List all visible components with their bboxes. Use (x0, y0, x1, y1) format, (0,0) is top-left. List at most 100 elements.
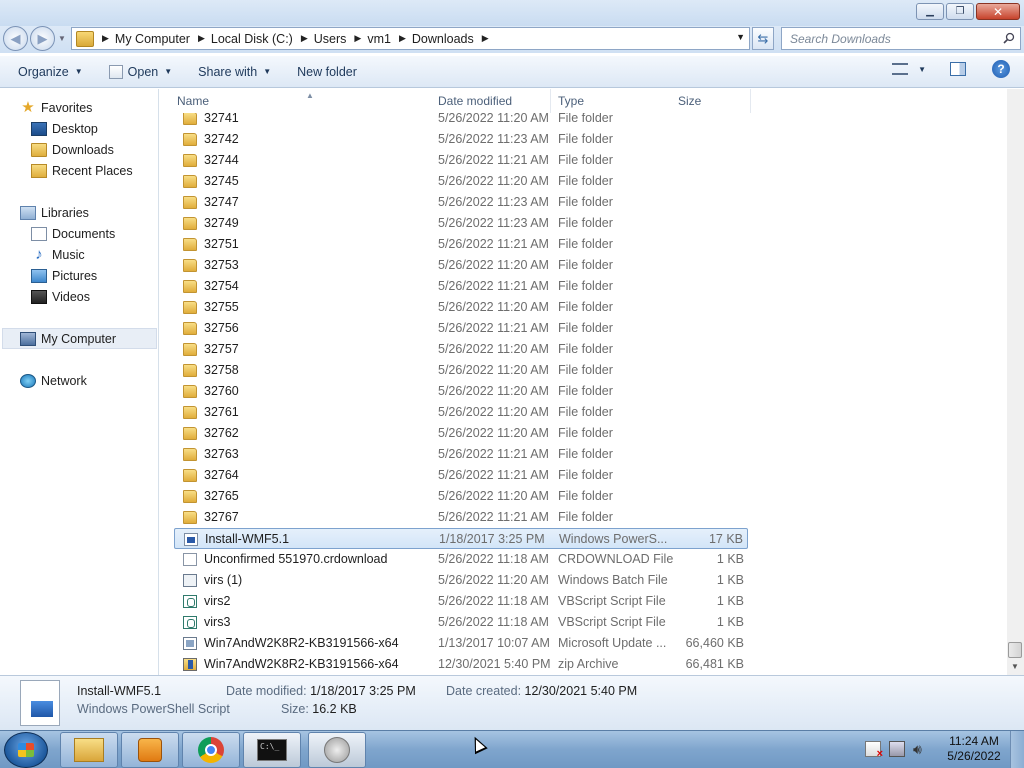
column-header-date-modified[interactable]: Date modified (431, 89, 551, 113)
volume-icon[interactable]: 🔊︎ (913, 741, 929, 757)
file-name-cell: Win7AndW2K8R2-KB3191566-x64 (183, 657, 399, 671)
start-button[interactable] (4, 732, 48, 768)
nav-desktop[interactable]: Desktop (31, 118, 98, 139)
network-status-icon[interactable] (889, 741, 905, 757)
file-row[interactable]: 32745 5/26/2022 11:20 AM File folder (174, 171, 748, 192)
file-row[interactable]: 32764 5/26/2022 11:21 AM File folder (174, 465, 748, 486)
vertical-scrollbar[interactable]: ▼ (1007, 89, 1024, 675)
nav-documents[interactable]: Documents (31, 223, 115, 244)
recent-pages-dropdown[interactable]: ▼ (58, 34, 66, 43)
file-list: 32741 5/26/2022 11:20 AM File folder 32742 5… (160, 89, 1024, 675)
nav-recent-places[interactable]: Recent Places (31, 160, 133, 181)
file-row[interactable]: 32755 5/26/2022 11:20 AM File folder (174, 297, 748, 318)
breadcrumb-users[interactable]: Users (314, 32, 347, 46)
chevron-down-icon[interactable]: ▼ (918, 65, 926, 74)
breadcrumb-local-disk[interactable]: Local Disk (C:) (211, 32, 293, 46)
refresh-button[interactable]: ⇆ (752, 27, 774, 50)
file-date-modified: 12/30/2021 5:40 PM (438, 657, 551, 671)
file-row[interactable]: 32757 5/26/2022 11:20 AM File folder (174, 339, 748, 360)
file-row[interactable]: Win7AndW2K8R2-KB3191566-x64 1/13/2017 10:… (174, 633, 748, 654)
new-folder-button[interactable]: New folder (291, 60, 363, 84)
nav-network[interactable]: Network (20, 370, 87, 391)
folder-icon (183, 300, 197, 314)
close-button[interactable]: ✕ (976, 3, 1020, 20)
nav-pictures[interactable]: Pictures (31, 265, 97, 286)
file-row[interactable]: 32758 5/26/2022 11:20 AM File folder (174, 360, 748, 381)
column-header-type[interactable]: Type (551, 89, 672, 113)
file-row[interactable]: virs (1) 5/26/2022 11:20 AM Windows Batch … (174, 570, 748, 591)
address-history-dropdown[interactable]: ▼ (736, 32, 745, 42)
restore-button[interactable]: ❐ (946, 3, 974, 20)
file-date-modified: 5/26/2022 11:20 AM (438, 384, 549, 398)
back-button[interactable]: ◀ (3, 26, 28, 51)
breadcrumb-vm1[interactable]: vm1 (367, 32, 391, 46)
minimize-button[interactable]: ▁ (916, 3, 944, 20)
help-icon[interactable]: ? (992, 60, 1010, 78)
file-row[interactable]: 32747 5/26/2022 11:23 AM File folder (174, 192, 748, 213)
open-icon (108, 64, 123, 79)
column-header-label: Name (177, 94, 210, 108)
address-bar[interactable]: ▶ My Computer ▶ Local Disk (C:) ▶ Users … (71, 27, 750, 50)
search-icon[interactable] (1003, 32, 1015, 44)
breadcrumb-separator-icon[interactable]: ▶ (198, 33, 205, 44)
breadcrumb-downloads[interactable]: Downloads (412, 32, 474, 46)
file-row[interactable]: 32767 5/26/2022 11:21 AM File folder (174, 507, 748, 528)
file-name: 32742 (204, 132, 239, 146)
file-row[interactable]: 32753 5/26/2022 11:20 AM File folder (174, 255, 748, 276)
search-input[interactable] (790, 31, 990, 46)
taskbar-cmd-button[interactable]: C:\_ (243, 732, 301, 768)
file-row[interactable]: 32763 5/26/2022 11:21 AM File folder (174, 444, 748, 465)
breadcrumb-separator-icon[interactable]: ▶ (399, 33, 406, 44)
file-size: 1 KB (716, 615, 744, 629)
file-name-cell: Install-WMF5.1 (184, 532, 289, 546)
search-box[interactable] (781, 27, 1021, 50)
scrollbar-thumb[interactable] (1008, 642, 1022, 658)
breadcrumb-my-computer[interactable]: My Computer (115, 32, 190, 46)
taskbar-chrome-button[interactable] (182, 732, 240, 768)
nav-videos[interactable]: Videos (31, 286, 90, 307)
taskbar-clock[interactable]: 11:24 AM 5/26/2022 (946, 734, 1002, 764)
share-with-button[interactable]: Share with ▼ (192, 60, 277, 84)
file-row[interactable]: 32754 5/26/2022 11:21 AM File folder (174, 276, 748, 297)
open-button[interactable]: Open ▼ (103, 60, 179, 84)
file-row[interactable]: 32765 5/26/2022 11:20 AM File folder (174, 486, 748, 507)
scroll-down-arrow-icon[interactable]: ▼ (1011, 662, 1019, 671)
file-row[interactable]: 32744 5/26/2022 11:21 AM File folder (174, 150, 748, 171)
breadcrumb-separator-icon[interactable]: ▶ (301, 33, 308, 44)
taskbar-media-player-button[interactable] (121, 732, 179, 768)
nav-favorites[interactable]: ★ Favorites (20, 97, 92, 118)
speaker-app-icon (324, 737, 350, 763)
organize-button[interactable]: Organize ▼ (12, 60, 89, 84)
file-type: CRDOWNLOAD File (558, 552, 674, 566)
file-row[interactable]: 32751 5/26/2022 11:21 AM File folder (174, 234, 748, 255)
nav-music[interactable]: ♪ Music (31, 244, 84, 265)
taskbar-speaker-button[interactable] (308, 732, 366, 768)
file-row[interactable]: 32756 5/26/2022 11:21 AM File folder (174, 318, 748, 339)
file-row[interactable]: 32742 5/26/2022 11:23 AM File folder (174, 129, 748, 150)
column-header-name[interactable]: Name ▲ (170, 89, 432, 113)
nav-downloads[interactable]: Downloads (31, 139, 114, 160)
preview-pane-icon[interactable] (950, 62, 966, 76)
show-desktop-button[interactable] (1010, 731, 1024, 768)
file-row[interactable]: virs3 5/26/2022 11:18 AM VBScript Script F… (174, 612, 748, 633)
breadcrumb-separator-icon[interactable]: ▶ (482, 33, 489, 44)
file-row[interactable]: Install-WMF5.1 1/18/2017 3:25 PM Windows P… (174, 528, 748, 549)
file-size: 1 KB (716, 552, 744, 566)
file-name-cell: 32754 (183, 279, 239, 293)
forward-button[interactable]: ▶ (30, 26, 55, 51)
column-header-size[interactable]: Size (671, 89, 751, 113)
file-row[interactable]: 32762 5/26/2022 11:20 AM File folder (174, 423, 748, 444)
breadcrumb-separator-icon[interactable]: ▶ (102, 33, 109, 44)
file-row[interactable]: 32760 5/26/2022 11:20 AM File folder (174, 381, 748, 402)
change-view-icon[interactable] (892, 63, 909, 75)
nav-libraries[interactable]: Libraries (20, 202, 89, 223)
file-row[interactable]: Unconfirmed 551970.crdownload 5/26/2022 1… (174, 549, 748, 570)
file-row[interactable]: 32749 5/26/2022 11:23 AM File folder (174, 213, 748, 234)
file-row[interactable]: virs2 5/26/2022 11:18 AM VBScript Script F… (174, 591, 748, 612)
nav-my-computer[interactable]: My Computer (2, 328, 157, 349)
breadcrumb-separator-icon[interactable]: ▶ (354, 33, 361, 44)
file-row[interactable]: Win7AndW2K8R2-KB3191566-x64 12/30/2021 5:… (174, 654, 748, 675)
file-row[interactable]: 32761 5/26/2022 11:20 AM File folder (174, 402, 748, 423)
taskbar-explorer-button[interactable] (60, 732, 118, 768)
action-center-icon[interactable] (865, 741, 883, 760)
